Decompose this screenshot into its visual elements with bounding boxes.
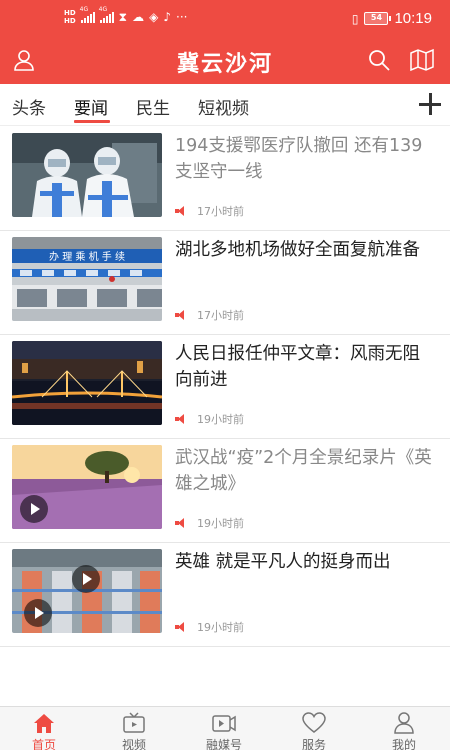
news-meta: 19小时前 xyxy=(175,515,244,531)
nav-video[interactable]: 视频 xyxy=(99,707,169,750)
status-right: ▯ 54 10:19 xyxy=(352,10,432,27)
weather-icon: ☁ xyxy=(132,10,145,24)
news-headline[interactable]: 人民日报任仲平文章：风雨无阻向前进 xyxy=(175,341,437,393)
tab-headlines[interactable]: 头条 xyxy=(12,94,46,119)
tab-livelihood[interactable]: 民生 xyxy=(136,94,170,119)
news-headline[interactable]: 英雄 就是平凡人的挺身而出 xyxy=(175,549,437,575)
news-time: 17小时前 xyxy=(197,205,244,218)
network-label-2: 4G xyxy=(98,6,108,13)
map-icon[interactable] xyxy=(409,48,435,72)
status-bar: HD HD 4G 4G ⧗ ☁ ◈ ♪ ··· ▯ 54 10:19 xyxy=(0,0,450,38)
tv-icon xyxy=(123,712,145,733)
news-thumbnail: 办 理 乘 机 手 续 xyxy=(12,237,162,321)
active-tab-indicator xyxy=(74,120,110,123)
nav-profile[interactable]: 我的 xyxy=(369,707,439,750)
play-icon[interactable] xyxy=(72,565,100,593)
profile-icon xyxy=(394,712,414,734)
play-icon[interactable] xyxy=(24,599,52,627)
notification-icon: ♪ xyxy=(163,10,172,24)
news-headline[interactable]: 194支援鄂医疗队撤回 还有139支坚守一线 xyxy=(175,133,437,185)
vibrate-icon: ▯ xyxy=(351,11,359,26)
nav-label: 服务 xyxy=(301,738,326,750)
news-thumbnail xyxy=(12,341,162,425)
status-left: HD HD 4G 4G ⧗ ☁ ◈ ♪ ··· xyxy=(64,6,188,25)
news-time: 19小时前 xyxy=(197,517,244,530)
nav-label: 首页 xyxy=(31,738,56,750)
hd-indicator: HD HD xyxy=(64,9,76,25)
add-channel-icon[interactable] xyxy=(418,92,442,116)
news-headline[interactable]: 湖北多地机场做好全面复航准备 xyxy=(175,237,437,263)
play-icon[interactable] xyxy=(20,495,48,523)
news-thumbnail xyxy=(12,445,162,529)
battery-level: 54 xyxy=(370,13,383,22)
news-meta: 17小时前 xyxy=(175,307,244,323)
signal-icon-2: 4G xyxy=(99,6,114,23)
news-item[interactable]: 194支援鄂医疗队撤回 还有139支坚守一线 17小时前 xyxy=(0,127,450,231)
tab-news[interactable]: 要闻 xyxy=(74,94,108,119)
home-icon xyxy=(34,714,54,733)
news-item[interactable]: 人民日报任仲平文章：风雨无阻向前进 19小时前 xyxy=(0,335,450,439)
category-tabs: 头条 要闻 民生 短视频 xyxy=(0,84,450,126)
news-time: 19小时前 xyxy=(197,621,244,634)
app-header: 冀云沙河 xyxy=(0,38,450,84)
news-thumbnail xyxy=(12,549,162,633)
news-time: 19小时前 xyxy=(197,413,244,426)
network-label-1: 4G xyxy=(79,6,89,13)
media-icon xyxy=(212,715,236,732)
more-icon: ··· xyxy=(176,10,188,24)
speaker-icon[interactable] xyxy=(175,518,189,528)
hd-label-2: HD xyxy=(64,17,76,25)
speaker-icon[interactable] xyxy=(175,414,189,424)
news-item[interactable]: 英雄 就是平凡人的挺身而出 19小时前 xyxy=(0,543,450,647)
bottom-navigation: 首页 视频 融媒号 服务 我的 xyxy=(0,706,450,750)
nav-label: 视频 xyxy=(121,738,146,750)
tab-short-video[interactable]: 短视频 xyxy=(198,94,249,119)
nav-home[interactable]: 首页 xyxy=(9,707,79,750)
signal-icon: 4G xyxy=(80,6,95,23)
thumbnail-sign-text: 办 理 乘 机 手 续 xyxy=(49,250,125,263)
battery-icon: 54 xyxy=(364,12,392,25)
news-meta: 19小时前 xyxy=(175,619,244,635)
news-headline[interactable]: 武汉战“疫”2个月全景纪录片《英雄之城》 xyxy=(175,445,437,497)
nav-label: 我的 xyxy=(391,738,416,750)
nav-label: 融媒号 xyxy=(205,738,242,750)
nav-media[interactable]: 融媒号 xyxy=(189,707,259,750)
speaker-icon[interactable] xyxy=(175,622,189,632)
speaker-icon[interactable] xyxy=(175,310,189,320)
news-meta: 17小时前 xyxy=(175,203,244,219)
hd-label-1: HD xyxy=(64,9,76,17)
heart-icon xyxy=(302,712,326,733)
news-meta: 19小时前 xyxy=(175,411,244,427)
hourglass-icon: ⧗ xyxy=(118,10,128,24)
news-thumbnail xyxy=(12,133,162,217)
shield-icon: ◈ xyxy=(149,10,159,24)
news-time: 17小时前 xyxy=(197,309,244,322)
nav-service[interactable]: 服务 xyxy=(279,707,349,750)
speaker-icon[interactable] xyxy=(175,206,189,216)
clock: 10:19 xyxy=(394,10,432,27)
news-item[interactable]: 办 理 乘 机 手 续 湖北多地机场做好全面复航准备 17小时前 xyxy=(0,231,450,335)
search-icon[interactable] xyxy=(367,48,391,72)
news-item[interactable]: 武汉战“疫”2个月全景纪录片《英雄之城》 19小时前 xyxy=(0,439,450,543)
